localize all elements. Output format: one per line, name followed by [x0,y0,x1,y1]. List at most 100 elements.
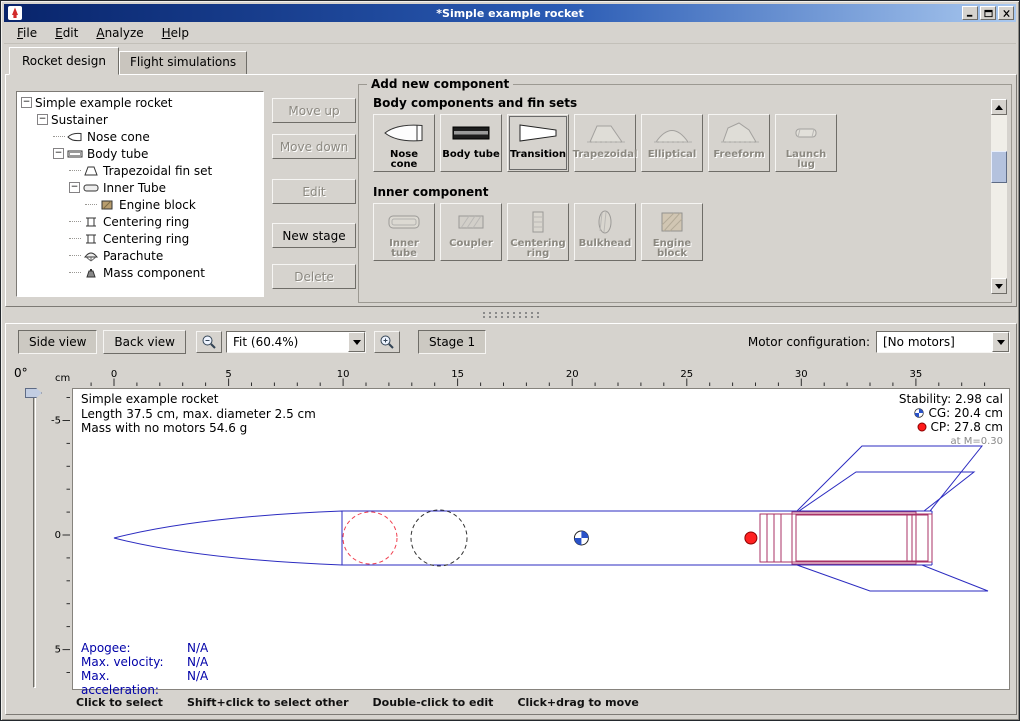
status-hints: Click to selectShift+click to select oth… [76,696,639,709]
mass-component-outline [411,510,467,566]
tree-item-sustainer[interactable]: Sustainer [17,111,263,128]
tree-item-centering-ring[interactable]: Centering ring [17,213,263,230]
menu-help[interactable]: Help [153,24,198,42]
tree-connector [69,221,81,222]
tree-item-nose-cone[interactable]: Nose cone [17,128,263,145]
tree-expander-minus[interactable] [69,182,80,193]
svg-text:35: 35 [910,369,923,380]
component-button-label: Transition [510,150,566,160]
titlebar[interactable]: *Simple example rocket [4,4,1016,22]
tree-item-inner-tube[interactable]: Inner Tube [17,179,263,196]
parachute-outline [343,512,397,564]
tree-expander-minus[interactable] [37,114,48,125]
tree-connector [85,204,97,205]
svg-text:10: 10 [337,369,350,380]
add-freeform-button[interactable]: Freeform [708,114,770,172]
move-up-button[interactable]: Move up [272,98,356,123]
tab-flight-simulations[interactable]: Flight simulations [119,51,247,74]
simulation-results: Apogee:N/A Max. velocity:N/A Max. accele… [81,641,208,697]
stage-1-toggle[interactable]: Stage 1 [418,330,486,354]
tree-item-parachute[interactable]: Parachute [17,247,263,264]
cp-marker-icon [745,532,757,544]
menu-edit[interactable]: Edit [46,24,87,42]
cg-label: CG: [928,406,950,420]
motor-config-select[interactable]: [No motors] [876,331,1010,353]
chevron-down-icon[interactable] [348,332,365,352]
scroll-down-button[interactable] [991,278,1007,294]
scroll-up-button[interactable] [991,99,1007,115]
svg-text:20: 20 [566,369,579,380]
minimize-button[interactable] [962,6,978,20]
hint-text: Click to select [76,696,163,709]
tree-connector [53,136,65,137]
add-bulkhead-button[interactable]: Bulkhead [574,203,636,261]
scrollbar-thumb[interactable] [991,151,1007,183]
tab-rocket-design[interactable]: Rocket design [9,47,119,75]
rotation-value: 0° [14,366,28,380]
add-engine-block-button[interactable]: Engine block [641,203,703,261]
svg-text:5: 5 [225,369,231,380]
new-stage-button[interactable]: New stage [272,223,356,248]
delete-button[interactable]: Delete [272,264,356,289]
svg-text:0: 0 [111,369,117,380]
tree-item-simple-example-rocket[interactable]: Simple example rocket [17,94,263,111]
cp-value: 27.8 cm [954,420,1003,434]
add-centering-ring-button[interactable]: Centering ring [507,203,569,261]
tree-item-body-tube[interactable]: Body tube [17,145,263,162]
maximize-button[interactable] [980,6,996,20]
split-pane-divider[interactable] [5,307,1017,323]
elliptical-icon [650,118,694,148]
info-line: Mass with no motors 54.6 g [81,421,316,436]
chevron-down-icon[interactable] [992,332,1009,352]
edit-button[interactable]: Edit [272,179,356,204]
tab-bar: Rocket designFlight simulations [9,47,247,75]
rocket-canvas[interactable]: Simple example rocket Length 37.5 cm, ma… [72,388,1010,690]
launchlug-icon [784,118,828,148]
mass-icon [83,267,100,279]
add-coupler-button[interactable]: Coupler [440,203,502,261]
zoom-select[interactable]: Fit (60.4%) [226,331,366,353]
add-body-tube-button[interactable]: Body tube [440,114,502,172]
add-nose-cone-button[interactable]: Nose cone [373,114,435,172]
back-view-button[interactable]: Back view [103,330,186,354]
innertube-icon [83,182,100,194]
add-elliptical-button[interactable]: Elliptical [641,114,703,172]
finset-icon [83,165,100,177]
tree-item-mass-component[interactable]: Mass component [17,264,263,281]
tree-item-label: Body tube [87,147,148,161]
zoom-out-button[interactable] [196,331,222,353]
add-trapezoidal-button[interactable]: Trapezoidal [574,114,636,172]
tree-action-buttons: Move up Move down Edit New stage Delete [270,75,360,306]
tree-item-label: Centering ring [103,232,189,246]
add-component-group: Add new component Body components and fi… [358,77,1012,303]
add-inner-tube-button[interactable]: Inner tube [373,203,435,261]
svg-text:30: 30 [795,369,808,380]
move-down-button[interactable]: Move down [272,134,356,159]
add-launch-lug-button[interactable]: Launch lug [775,114,837,172]
add-transition-button[interactable]: Transition [507,114,569,172]
innertube-icon [382,207,426,237]
tree-expander-minus[interactable] [53,148,64,159]
tree-item-engine-block[interactable]: Engine block [17,196,263,213]
tree-item-label: Centering ring [103,215,189,229]
close-button[interactable] [998,6,1014,20]
tree-item-label: Sustainer [51,113,108,127]
component-tree[interactable]: Simple example rocket SustainerNose cone B… [16,91,264,297]
tree-item-trapezoidal-fin-set[interactable]: Trapezoidal fin set [17,162,263,179]
tree-item-centering-ring[interactable]: Centering ring [17,230,263,247]
menu-analyze[interactable]: Analyze [87,24,152,42]
motor-config-label: Motor configuration: [748,335,870,349]
zoom-in-button[interactable] [374,331,400,353]
rotation-slider-handle[interactable] [25,388,42,398]
cp-icon [917,422,927,432]
inner-components-outline [760,512,932,564]
side-view-button[interactable]: Side view [18,330,97,354]
tree-expander-minus[interactable] [21,97,32,108]
component-button-label: Freeform [713,150,764,160]
add-component-scrollbar[interactable] [991,99,1007,294]
rotation-slider[interactable] [33,392,36,688]
tree-item-label: Engine block [119,198,196,212]
hint-text: Click+drag to move [517,696,638,709]
sim-result-label: Apogee: [81,641,187,655]
menu-file[interactable]: File [8,24,46,42]
